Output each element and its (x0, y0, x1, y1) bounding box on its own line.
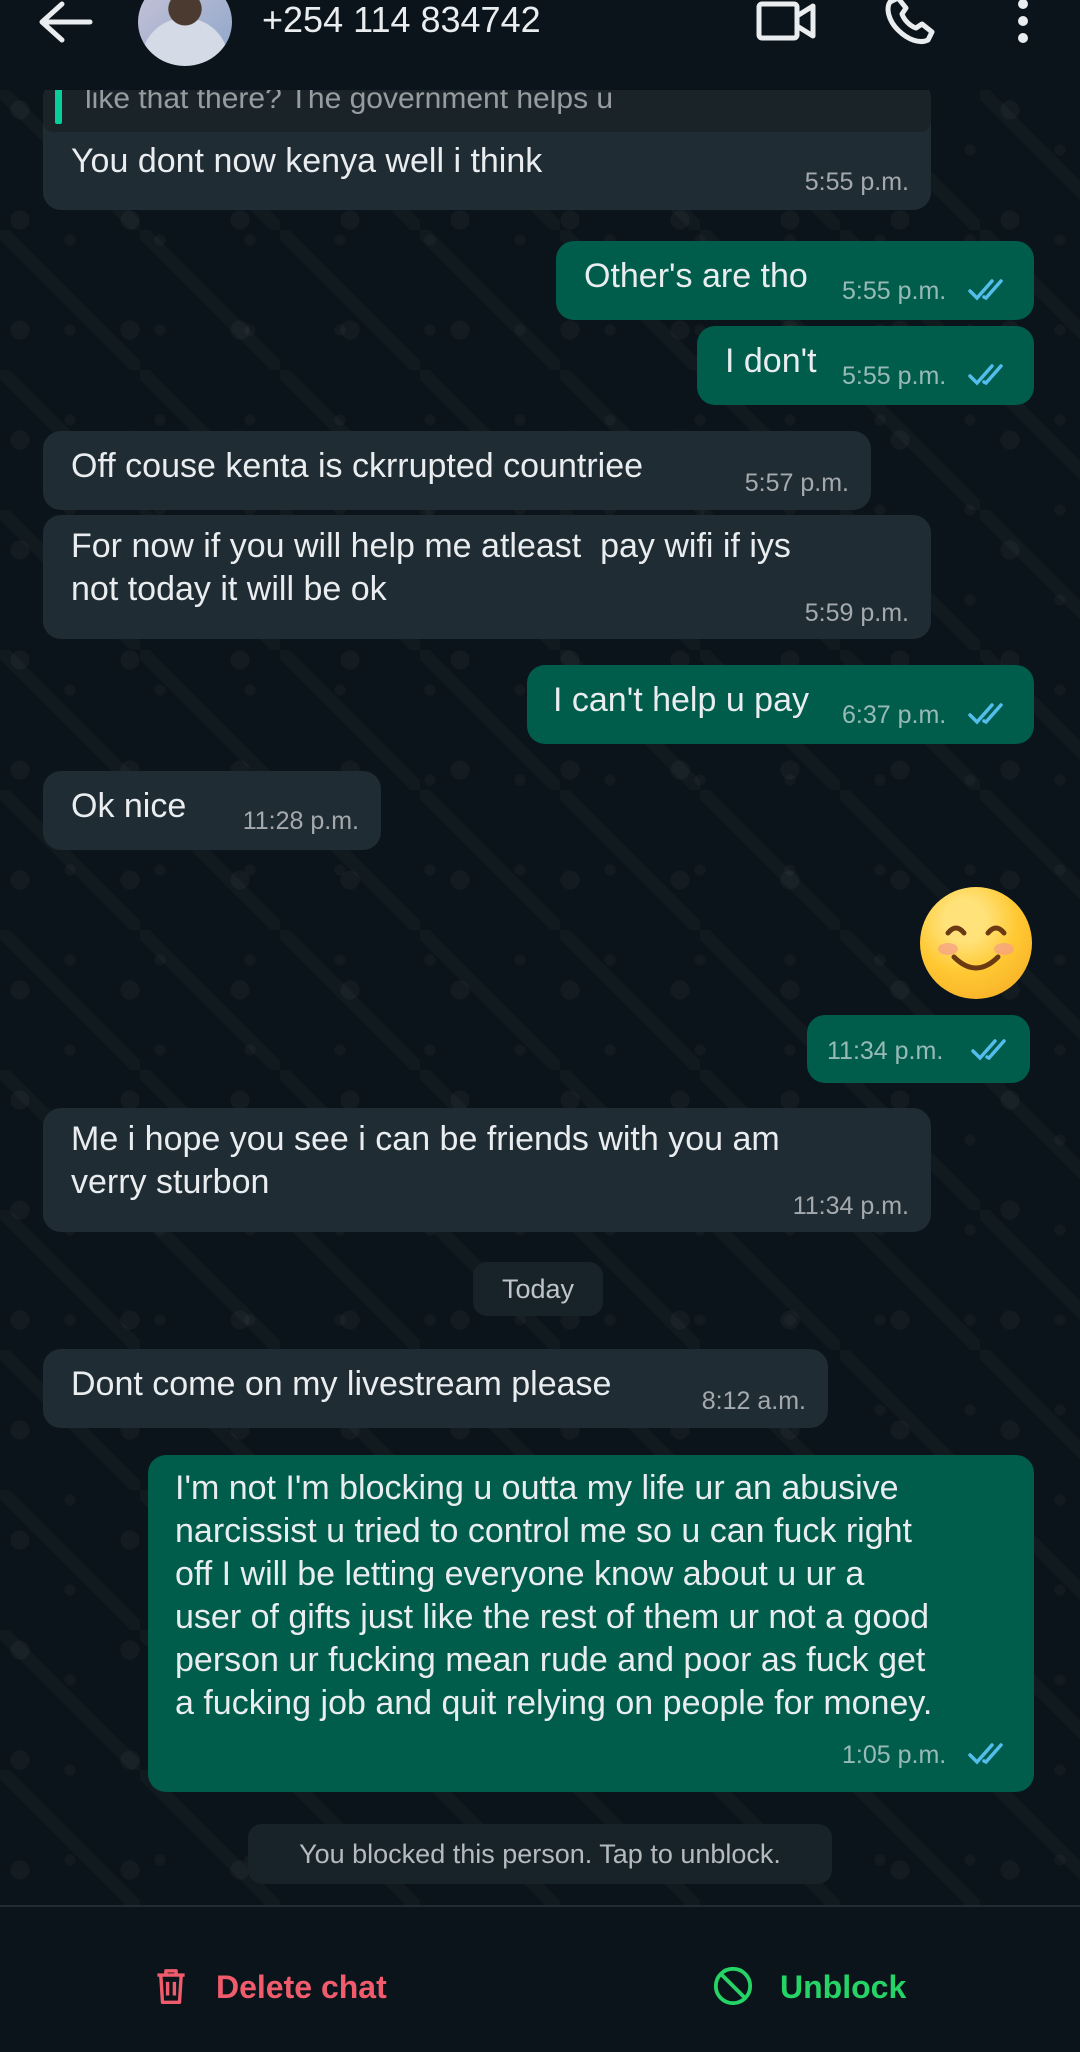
phone-icon[interactable] (882, 0, 938, 46)
message-time: 11:34 p.m. (792, 1192, 909, 1220)
message-time: 8:12 a.m. (701, 1387, 806, 1415)
back-arrow-icon[interactable] (30, 0, 100, 46)
quoted-reply[interactable]: like that there? The government helps u (43, 90, 931, 132)
date-divider: Today (473, 1262, 603, 1316)
message-time-bubble[interactable]: 11:34 p.m. (807, 1015, 1030, 1083)
unblock-label: Unblock (780, 1969, 907, 2005)
more-vert-icon[interactable] (1012, 0, 1034, 46)
block-icon (713, 1966, 753, 2006)
message-text: I'm not I'm blocking u outta my life ur … (175, 1469, 933, 1722)
message-bubble-incoming[interactable]: For now if you will help me atleast pay … (43, 515, 931, 639)
message-text: Other's are tho (584, 257, 808, 295)
quote-accent-bar (55, 90, 62, 124)
message-bubble-incoming[interactable]: Me i hope you see i can be friends with … (43, 1108, 931, 1232)
smiling-face-icon[interactable] (920, 887, 1032, 999)
delete-chat-label: Delete chat (216, 1969, 387, 2005)
message-bubble-incoming[interactable]: like that there? The government helps u … (43, 90, 931, 210)
trash-icon (157, 1969, 185, 2004)
message-time: 11:34 p.m. (827, 1037, 944, 1065)
video-call-icon[interactable] (755, 0, 817, 46)
message-time: 5:55 p.m. (842, 277, 947, 305)
message-bubble-outgoing[interactable]: I can't help u pay 6:37 p.m. (527, 665, 1034, 744)
message-bubble-incoming[interactable]: Off couse kenta is ckrrupted countriee 5… (43, 431, 871, 510)
chat-header: +254 114 834742 (0, 0, 1080, 90)
quoted-text: like that there? The government helps u (85, 90, 614, 115)
read-receipt-icon (968, 703, 1003, 725)
message-time: 1:05 p.m. (842, 1741, 947, 1769)
blocked-notice[interactable]: You blocked this person. Tap to unblock. (248, 1824, 832, 1884)
message-time: 6:37 p.m. (842, 701, 947, 729)
message-bubble-outgoing[interactable]: I don't 5:55 p.m. (697, 326, 1034, 405)
message-time: 5:55 p.m. (842, 362, 947, 390)
read-receipt-icon (968, 364, 1003, 386)
message-text: You dont now kenya well i think (71, 142, 543, 180)
message-time: 5:57 p.m. (744, 469, 849, 497)
bottom-action-bar: Delete chat Unblock (0, 1905, 1080, 2052)
message-text: I don't (725, 342, 817, 380)
message-text: Dont come on my livestream please (71, 1365, 612, 1403)
read-receipt-icon (968, 279, 1003, 301)
message-bubble-incoming[interactable]: Ok nice 11:28 p.m. (43, 771, 381, 850)
chat-area[interactable]: like that there? The government helps u … (0, 90, 1080, 1905)
message-text: For now if you will help me atleast pay … (71, 527, 791, 608)
message-time: 5:59 p.m. (804, 599, 909, 627)
message-text: Ok nice (71, 787, 187, 825)
contact-avatar[interactable] (138, 0, 232, 66)
delete-chat-button[interactable]: Delete chat (150, 1957, 410, 2027)
message-text: Me i hope you see i can be friends with … (71, 1120, 780, 1201)
message-text: I can't help u pay (553, 681, 809, 719)
read-receipt-icon (971, 1039, 1006, 1061)
message-bubble-outgoing[interactable]: Other's are tho 5:55 p.m. (556, 241, 1034, 320)
smiling-face-icon-graphic (938, 925, 1014, 971)
message-bubble-incoming[interactable]: Dont come on my livestream please 8:12 a… (43, 1349, 828, 1428)
message-text: Off couse kenta is ckrrupted countriee (71, 447, 644, 485)
unblock-button[interactable]: Unblock (712, 1957, 932, 2027)
read-receipt-icon (968, 1743, 1003, 1765)
message-bubble-outgoing[interactable]: I'm not I'm blocking u outta my life ur … (148, 1455, 1034, 1792)
message-time: 11:28 p.m. (242, 807, 359, 835)
message-time: 5:55 p.m. (804, 168, 909, 196)
contact-name[interactable]: +254 114 834742 (262, 0, 541, 44)
